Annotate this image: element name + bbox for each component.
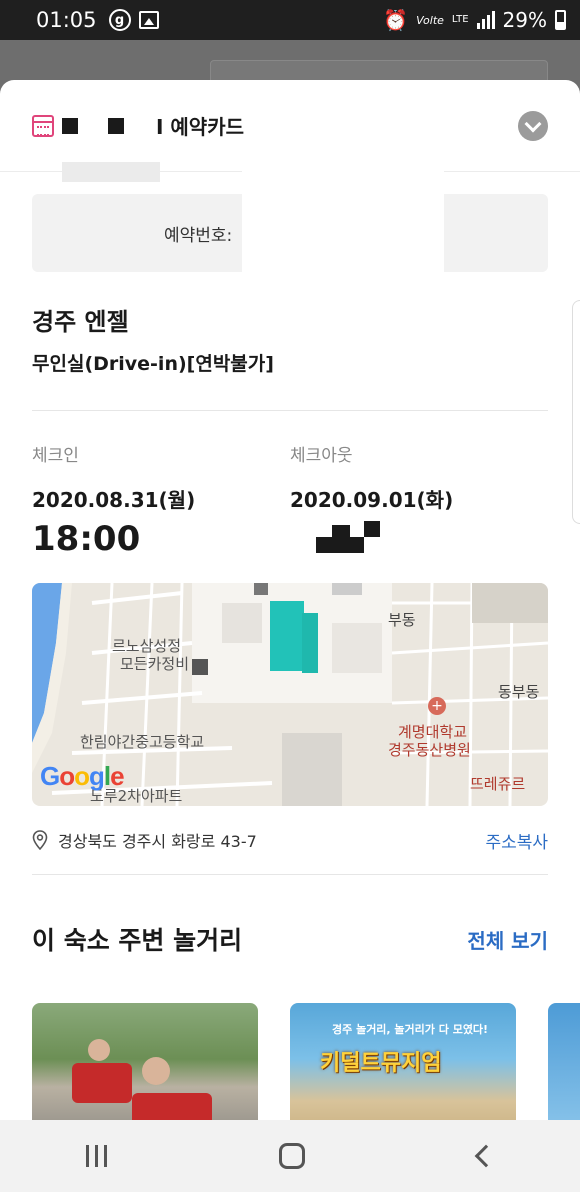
lte-indicator: LTE bbox=[451, 14, 469, 25]
redacted-block bbox=[108, 117, 124, 134]
signal-icon bbox=[476, 11, 495, 29]
address-text: 경상북도 경주시 화랑로 43-7 bbox=[58, 832, 257, 851]
redacted-blur bbox=[62, 162, 160, 182]
card-subtitle: 경주 놀거리, 놀거리가 다 모였다! bbox=[332, 1023, 489, 1036]
collapse-button[interactable] bbox=[518, 111, 548, 141]
checkin-time: 18:00 bbox=[32, 519, 141, 559]
battery-icon bbox=[555, 10, 566, 30]
gallery-icon bbox=[138, 11, 159, 29]
map-label: 모든카정비 bbox=[120, 655, 190, 673]
redacted-block bbox=[62, 117, 78, 134]
checkin-checkout: 체크인 2020.08.31(월) 18:00 체크아웃 2020.09.01(… bbox=[0, 411, 580, 583]
map-label: 동부동 bbox=[498, 683, 540, 701]
nearby-card-museum[interactable]: 경주 놀거리, 놀거리가 다 모였다! 키덜트뮤지엄 bbox=[290, 1003, 516, 1120]
person-image bbox=[142, 1057, 170, 1085]
nearby-carousel[interactable]: 경주 놀거리, 놀거리가 다 모였다! 키덜트뮤지엄 bbox=[0, 1003, 580, 1120]
map-label: 경주동산병원 bbox=[388, 741, 471, 759]
map-view[interactable]: 르노삼성정 모든카정비 한림야간중고등학교 도루2차아파트 계명대학교 경주동산… bbox=[32, 583, 548, 806]
google-logo: Google bbox=[40, 761, 125, 791]
g-app-icon: g bbox=[108, 9, 131, 31]
recents-button[interactable] bbox=[86, 1145, 108, 1167]
gokart-image bbox=[132, 1093, 212, 1120]
booking-number-label: 예약번호: bbox=[164, 225, 233, 246]
back-button[interactable] bbox=[474, 1144, 498, 1168]
checkout-column: 체크아웃 2020.09.01(화) bbox=[290, 441, 548, 583]
nearby-card-gokart[interactable] bbox=[32, 1003, 258, 1120]
redacted-mask bbox=[242, 170, 444, 348]
nearby-card-partial[interactable] bbox=[548, 1003, 580, 1120]
checkin-label: 체크인 bbox=[32, 446, 79, 466]
sheet-title: Ⅰ 예약카드 bbox=[156, 115, 245, 139]
map-label: 부동 bbox=[388, 611, 416, 629]
status-bar: 01:05 g ⏰ Volte LTE 29% bbox=[0, 0, 580, 40]
gokart-image bbox=[72, 1063, 132, 1103]
checkin-column: 체크인 2020.08.31(월) 18:00 bbox=[32, 441, 290, 583]
battery-percent: 29% bbox=[502, 8, 547, 32]
scroll-handle[interactable] bbox=[572, 300, 580, 524]
checkin-date: 2020.08.31(월) bbox=[32, 488, 196, 512]
person-image bbox=[88, 1039, 110, 1061]
room-type: 무인실(Drive-in)[연박불가] bbox=[32, 353, 274, 375]
status-time: 01:05 bbox=[36, 8, 97, 32]
home-button[interactable] bbox=[279, 1143, 306, 1169]
address-row: 경상북도 경주시 화랑로 43-7 주소복사 bbox=[0, 806, 580, 874]
card-title: 키덜트뮤지엄 bbox=[320, 1051, 442, 1076]
checkout-date: 2020.09.01(화) bbox=[290, 488, 454, 512]
checkout-label: 체크아웃 bbox=[290, 446, 353, 466]
map-label: 한림야간중고등학교 bbox=[80, 733, 205, 751]
alarm-icon: ⏰ bbox=[383, 8, 409, 32]
navigation-bar bbox=[0, 1120, 580, 1192]
map-label: 뜨레쥬르 bbox=[470, 775, 526, 793]
nearby-title: 이 숙소 주변 놀거리 bbox=[32, 926, 243, 955]
copy-address-link[interactable]: 주소복사 bbox=[485, 828, 548, 853]
nearby-header: 이 숙소 주변 놀거리 전체 보기 bbox=[0, 875, 580, 1003]
sheet-header: Ⅰ 예약카드 bbox=[0, 80, 580, 182]
volte-indicator: Volte bbox=[416, 13, 444, 27]
reservation-card-sheet: Ⅰ 예약카드 예약번호: 경주 엔젤 무인실(Drive-in)[연박불가] 체… bbox=[0, 80, 580, 1120]
calendar-icon bbox=[32, 114, 54, 137]
checkout-time-redacted bbox=[290, 521, 548, 557]
location-pin-icon bbox=[32, 830, 48, 850]
hospital-pin-icon: + bbox=[428, 697, 446, 715]
see-all-link[interactable]: 전체 보기 bbox=[467, 925, 548, 954]
